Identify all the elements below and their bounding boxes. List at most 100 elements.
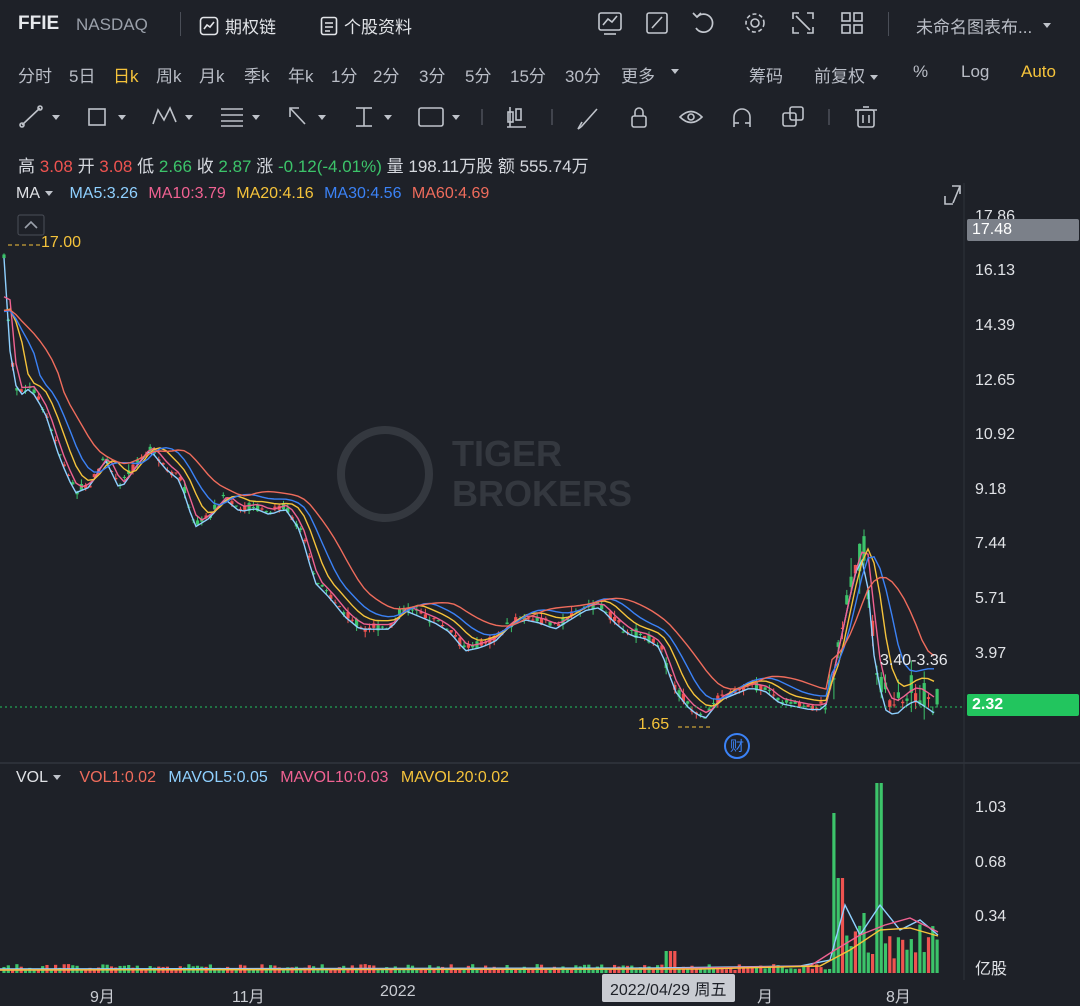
candle-body: [845, 595, 849, 605]
earnings-marker[interactable]: 财: [724, 733, 750, 759]
time-tick: 11月: [232, 989, 265, 1006]
range-label: 3.40-3.36: [880, 652, 948, 669]
price-tick: 16.13: [975, 262, 1016, 279]
candle-body: [221, 494, 225, 497]
candle-body: [32, 389, 36, 394]
candle-body: [819, 701, 823, 704]
volume-tick: 0.68: [975, 854, 1007, 871]
candle-body: [935, 689, 939, 705]
volume-bar: [888, 936, 892, 973]
volume-ma10-line: [0, 917, 939, 971]
volume-bar: [810, 968, 814, 973]
candle-body: [453, 634, 458, 637]
candle-body: [324, 590, 329, 592]
volume-bar: [935, 939, 939, 973]
mavol20-value: MAVOL20:0.02: [400, 769, 510, 786]
price-tick: 10.92: [975, 426, 1016, 443]
candle-body: [767, 689, 771, 691]
candle-body: [441, 625, 445, 627]
price-tick: 14.39: [975, 317, 1016, 334]
candle-body: [350, 619, 354, 621]
volume-bar: [415, 969, 419, 973]
volume-bar: [763, 968, 767, 973]
volume-bar: [926, 937, 931, 973]
price-tick: 5.71: [975, 590, 1007, 607]
volume-bar: [772, 964, 776, 973]
watermark: TIGER BROKERS: [337, 426, 632, 522]
candle-body: [772, 694, 776, 696]
candle-body: [337, 606, 341, 608]
candle-body: [905, 698, 909, 701]
candle-body: [823, 708, 827, 710]
candle-body: [380, 626, 384, 628]
volume-bar: [914, 952, 918, 973]
candle-body: [410, 609, 415, 611]
crosshair-date-tag: 2022/04/29 周五: [602, 974, 735, 1002]
earnings-label: 财: [730, 738, 744, 754]
volume-bar: [346, 969, 350, 973]
chevron-down-icon: [53, 775, 62, 781]
candle-body: [2, 254, 6, 259]
volume-bar: [797, 968, 802, 973]
volume-bar: [909, 939, 913, 973]
candle-body: [638, 633, 642, 635]
volume-tick: 0.34: [975, 908, 1007, 925]
volume-bar: [901, 939, 905, 973]
volume-bar: [922, 952, 926, 973]
candle-body: [423, 614, 427, 619]
mavol10-value: MAVOL10:0.03: [280, 769, 389, 786]
volume-bar: [879, 783, 883, 973]
candle-body: [896, 692, 900, 698]
volume-bar: [703, 969, 707, 973]
volume-bar: [793, 968, 797, 973]
min-price-label: 1.65: [638, 716, 670, 733]
candle-body: [432, 618, 436, 620]
volume-bar: [509, 969, 513, 973]
candle-body: [785, 700, 789, 703]
vol1-value: VOL1:0.02: [79, 769, 156, 786]
candle-body: [789, 702, 793, 704]
volume-bar: [733, 969, 737, 973]
price-tick: 7.44: [975, 535, 1007, 552]
max-price-label: 17.00: [41, 234, 82, 251]
volume-ma20-line: [0, 927, 939, 971]
candle-body: [531, 619, 535, 621]
volume-bar: [789, 968, 793, 973]
price-tick: 9.18: [975, 481, 1007, 498]
volume-bar: [419, 969, 423, 973]
candle-body: [122, 476, 126, 478]
watermark-line1: TIGER: [452, 433, 562, 474]
candle-body: [251, 507, 255, 509]
candle-body: [763, 687, 767, 690]
candle-body: [548, 622, 552, 626]
volume-ma5-line: [0, 903, 939, 970]
candle-body: [922, 683, 926, 707]
volume-bar: [840, 878, 845, 973]
volume-bar: [819, 967, 823, 973]
price-tick: 12.65: [975, 372, 1016, 389]
volume-bar: [892, 958, 896, 973]
volume-bar: [828, 968, 832, 973]
volume-tick: 1.03: [975, 799, 1007, 816]
expand-icon[interactable]: [944, 185, 961, 205]
candle-body: [101, 458, 105, 461]
volume-bars: [2, 783, 939, 973]
volume-tick: 亿股: [975, 961, 1008, 978]
mavol5-value: MAVOL5:0.05: [168, 769, 268, 786]
volume-bar: [883, 943, 888, 973]
volume-bar: [570, 969, 574, 973]
collapse-icon[interactable]: [17, 214, 45, 236]
watermark-line2: BROKERS: [452, 473, 632, 514]
vol-dropdown[interactable]: VOL: [16, 769, 62, 786]
candle-body: [303, 539, 307, 542]
price-tick: 3.97: [975, 645, 1007, 662]
candle-body: [926, 697, 931, 699]
kline-chart[interactable]: TIGER BROKERS: [0, 0, 1080, 1006]
volume-bar: [333, 969, 337, 973]
candle-body: [436, 620, 440, 622]
candle-body: [174, 472, 178, 474]
candle-body: [621, 631, 625, 633]
volume-bar: [931, 926, 935, 973]
volume-bar: [823, 969, 827, 973]
hover-price-tag: 17.48: [967, 219, 1079, 241]
